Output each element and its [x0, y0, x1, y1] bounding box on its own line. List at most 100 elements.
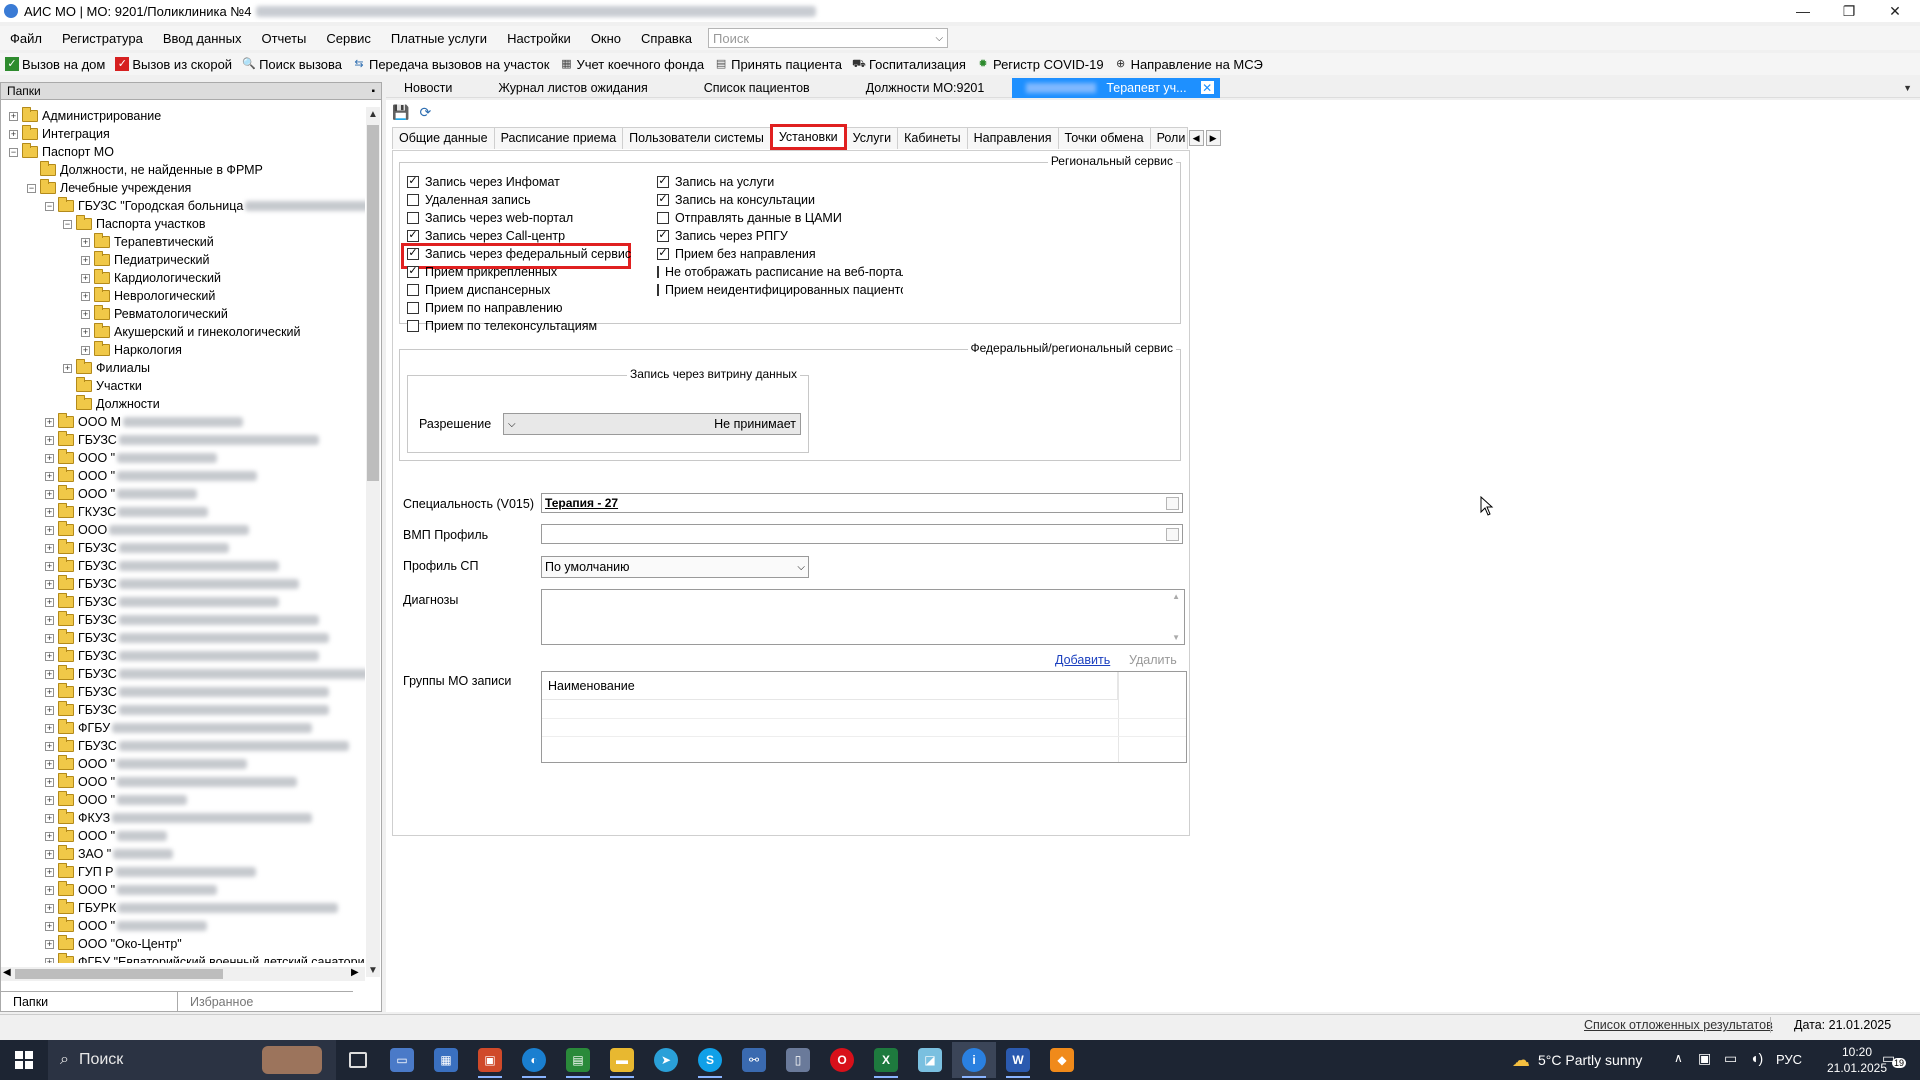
collapse-icon[interactable]: −: [45, 201, 54, 211]
tree-node[interactable]: − ГБУЗС "Городская больница: [45, 197, 365, 215]
tree-node[interactable]: − Лечебные учреждения: [27, 179, 191, 197]
tray-chevron-icon[interactable]: ∧: [1674, 1051, 1683, 1065]
tree-hscroll-thumb[interactable]: [15, 969, 223, 979]
tree-node[interactable]: + Интеграция: [9, 125, 110, 143]
tab-folders[interactable]: Папки: [1, 991, 177, 1011]
tree-node[interactable]: + Наркология: [81, 341, 182, 359]
tree-node[interactable]: + ГБУЗС: [45, 431, 319, 449]
menu-window[interactable]: Окно: [581, 31, 631, 46]
mse-referral-button[interactable]: ⊕ Направление на МСЭ: [1109, 57, 1268, 72]
tree-node[interactable]: + ФГБУ: [45, 719, 313, 737]
taskbar-app-ais[interactable]: i: [952, 1042, 996, 1078]
close-button[interactable]: ✕: [1872, 0, 1918, 22]
tree-node[interactable]: + ГБУЗС: [45, 575, 299, 593]
expand-icon[interactable]: +: [45, 435, 54, 445]
expand-icon[interactable]: +: [45, 597, 54, 607]
pin-icon[interactable]: ▪: [371, 86, 375, 97]
tree-horizontal-scrollbar[interactable]: ◀ ▶: [1, 967, 365, 981]
expand-icon[interactable]: +: [45, 417, 54, 427]
input-language[interactable]: РУС: [1776, 1052, 1802, 1067]
expand-icon[interactable]: +: [45, 777, 54, 787]
right-checkbox[interactable]: ✓ Запись на услуги: [657, 173, 774, 190]
tree-node[interactable]: + Ревматологический: [81, 305, 228, 323]
tab-schedule[interactable]: Расписание приема: [493, 127, 624, 149]
right-checkbox[interactable]: Не отображать расписание на веб-портал: [657, 263, 903, 280]
tree-node[interactable]: + Администрирование: [9, 107, 161, 125]
scroll-up-icon[interactable]: ▲: [1172, 592, 1180, 601]
taskbar-app-opera[interactable]: O: [820, 1042, 864, 1078]
network-icon[interactable]: ▭: [1724, 1050, 1737, 1067]
sp-profile-select[interactable]: По умолчанию ⌵: [541, 556, 809, 578]
expand-icon[interactable]: +: [45, 759, 54, 769]
tree-node[interactable]: + ООО ": [45, 917, 208, 935]
delete-link[interactable]: Удалить: [1129, 653, 1177, 667]
weather-widget[interactable]: ☁ 5°C Partly sunny: [1512, 1040, 1642, 1080]
left-checkbox[interactable]: ✓ Прием прикрепленных: [407, 263, 557, 280]
tab-favorites[interactable]: Избранное: [177, 991, 353, 1011]
taskbar-app-explorer[interactable]: ▬: [600, 1042, 644, 1078]
scroll-left-icon[interactable]: ◀: [3, 967, 11, 978]
expand-icon[interactable]: +: [45, 723, 54, 733]
tab-therapist[interactable]: Терапевт уч... ✕: [1012, 77, 1220, 98]
task-view-button[interactable]: [336, 1042, 380, 1078]
expand-icon[interactable]: +: [81, 327, 90, 337]
minimize-button[interactable]: —: [1780, 0, 1826, 22]
menu-paid-services[interactable]: Платные услуги: [381, 31, 497, 46]
taskbar-app-notes[interactable]: ▯: [776, 1042, 820, 1078]
tree-node[interactable]: + ГБУЗС: [45, 683, 329, 701]
expand-icon[interactable]: +: [81, 255, 90, 265]
expand-icon[interactable]: +: [81, 345, 90, 355]
tab-exchange-points[interactable]: Точки обмена: [1057, 127, 1151, 149]
taskbar-app-10[interactable]: ◆: [1040, 1042, 1084, 1078]
left-checkbox[interactable]: Прием диспансерных: [407, 281, 550, 298]
tree-node[interactable]: + ЗАО ": [45, 845, 174, 863]
start-button[interactable]: [0, 1042, 48, 1078]
taskbar-app-calculator[interactable]: ▦: [424, 1042, 468, 1078]
left-checkbox[interactable]: Прием по направлению: [407, 299, 563, 316]
tree-node[interactable]: + ООО ": [45, 881, 218, 899]
permission-select[interactable]: ⌵ Не принимает: [503, 413, 801, 435]
scroll-down-icon[interactable]: ▼: [1172, 633, 1180, 642]
expand-icon[interactable]: +: [63, 363, 72, 373]
covid-register-button[interactable]: ✹ Регистр COVID-19: [971, 57, 1109, 72]
tabs-scroll-left-icon[interactable]: ◀: [1188, 130, 1204, 146]
tray-app-icon[interactable]: ▣: [1698, 1050, 1711, 1067]
taskbar-app-4[interactable]: ◐: [512, 1042, 556, 1078]
tree-node[interactable]: + ООО "Око-Центр": [45, 935, 182, 953]
expand-icon[interactable]: +: [45, 543, 54, 553]
taskbar-search-box[interactable]: ⌕ Поиск: [48, 1040, 336, 1080]
expand-icon[interactable]: +: [45, 885, 54, 895]
deferred-results-link[interactable]: Список отложенных результатов: [1584, 1018, 1773, 1032]
taskbar-app-excel[interactable]: X: [864, 1042, 908, 1078]
refresh-icon[interactable]: ⟳: [419, 104, 431, 121]
expand-icon[interactable]: +: [9, 129, 18, 139]
tree-node[interactable]: − Паспорт МО: [9, 143, 114, 161]
tab-waiting-list-journal[interactable]: Журнал листов ожидания: [470, 78, 675, 98]
menu-search-input[interactable]: Поиск ⌵: [708, 28, 949, 48]
tree-node[interactable]: + ООО ": [45, 485, 198, 503]
specialty-lookup-button[interactable]: [1166, 497, 1179, 510]
hospitalization-button[interactable]: ⛟ Госпитализация: [847, 57, 971, 72]
scroll-right-icon[interactable]: ▶: [351, 967, 359, 978]
expand-icon[interactable]: +: [45, 867, 54, 877]
tree-node[interactable]: + Педиатрический: [81, 251, 209, 269]
taskbar-app-5[interactable]: ▤: [556, 1042, 600, 1078]
vmp-profile-lookup-button[interactable]: [1166, 528, 1179, 541]
expand-icon[interactable]: +: [45, 705, 54, 715]
vmp-profile-field[interactable]: [541, 524, 1183, 544]
add-link[interactable]: Добавить: [1055, 653, 1110, 667]
taskbar-app-3[interactable]: ▣: [468, 1042, 512, 1078]
expand-icon[interactable]: +: [45, 849, 54, 859]
tree-node[interactable]: Должности: [63, 395, 160, 413]
expand-icon[interactable]: +: [45, 921, 54, 931]
tree-node[interactable]: + ГБУЗС: [45, 737, 349, 755]
menu-data-entry[interactable]: Ввод данных: [153, 31, 252, 46]
expand-icon[interactable]: +: [45, 831, 54, 841]
expand-icon[interactable]: +: [81, 291, 90, 301]
tabs-scroll-right-icon[interactable]: ▶: [1205, 130, 1221, 146]
expand-icon[interactable]: +: [45, 507, 54, 517]
left-checkbox[interactable]: ✓ Запись через федеральный сервис: [407, 245, 631, 262]
tree-node[interactable]: + Кардиологический: [81, 269, 221, 287]
expand-icon[interactable]: +: [45, 813, 54, 823]
tab-system-users[interactable]: Пользователи системы: [622, 127, 771, 149]
